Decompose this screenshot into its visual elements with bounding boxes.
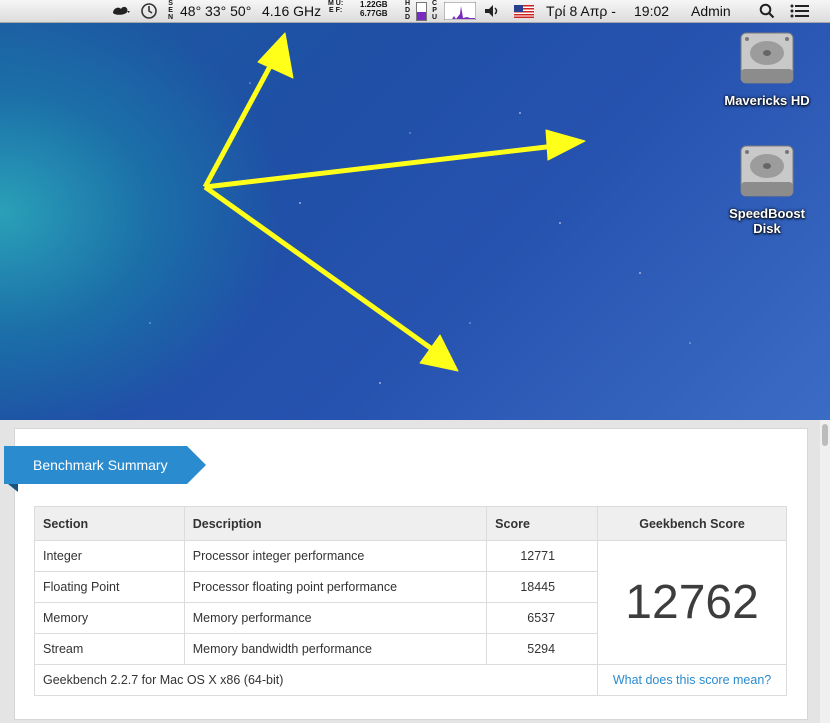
row-score: 6537 (486, 602, 599, 634)
drive-speedboost-disk[interactable]: SpeedBoost Disk (712, 144, 822, 236)
drive-label: SpeedBoost Disk (729, 206, 805, 236)
cpu-label: CPU (432, 0, 438, 21)
hard-drive-icon (739, 31, 795, 87)
table-header-row: Section Description Score Geekbench Scor… (34, 506, 787, 541)
row-section: Stream (34, 633, 185, 665)
user-menu[interactable]: Admin (691, 0, 731, 22)
table-footer-row: Geekbench 2.2.7 for Mac OS X x86 (64-bit… (33, 664, 787, 696)
hdd-activity-meter[interactable] (416, 0, 427, 22)
score-meaning-link[interactable]: What does this score mean? (597, 664, 787, 696)
menubar-date[interactable]: Τρί 8 Απρ - (546, 0, 616, 22)
geekbench-version: Geekbench 2.2.7 for Mac OS X x86 (64-bit… (33, 664, 599, 696)
memory-readout[interactable]: 1.22GB 6.77GB (360, 0, 388, 22)
row-section: Memory (34, 602, 185, 634)
temperature-readout[interactable]: 48° 33° 50° (180, 0, 251, 22)
sensor-labels: SEN (168, 0, 174, 21)
row-description: Memory bandwidth performance (183, 633, 488, 665)
header-geekbench-score: Geekbench Score (597, 506, 787, 541)
cpu-graph[interactable] (444, 0, 476, 22)
scrollbar-thumb[interactable] (822, 424, 828, 446)
spotlight-icon[interactable] (759, 0, 775, 22)
desktop: Mavericks HD SpeedBoost Disk (0, 23, 830, 420)
row-description: Processor integer performance (183, 540, 488, 572)
header-score: Score (486, 506, 599, 541)
section-title: Benchmark Summary (4, 446, 187, 484)
drive-label: Mavericks HD (724, 93, 810, 108)
drive-mavericks-hd[interactable]: Mavericks HD (712, 31, 822, 108)
notification-center-icon[interactable] (790, 0, 810, 22)
row-score: 5294 (486, 633, 599, 665)
hard-drive-icon (739, 144, 795, 200)
menu-bar: SEN 48° 33° 50° 4.16 GHz M U: E F: 1.22GB… (0, 0, 830, 23)
geekbench-total-score: 12762 (597, 540, 787, 665)
hdd-label: HDD (405, 0, 411, 21)
row-score: 18445 (486, 571, 599, 603)
memory-labels: M U: E F: (328, 0, 344, 14)
benchmark-table: Section Description Score Geekbench Scor… (33, 506, 787, 696)
menubar-time[interactable]: 19:02 (634, 0, 669, 22)
benchmark-summary-ribbon: Benchmark Summary (4, 446, 206, 492)
row-score: 12771 (486, 540, 599, 572)
time-machine-icon[interactable] (140, 0, 158, 22)
cpu-frequency[interactable]: 4.16 GHz (262, 0, 321, 22)
row-description: Processor floating point performance (183, 571, 488, 603)
header-section: Section (34, 506, 185, 541)
volume-icon[interactable] (483, 0, 501, 22)
header-description: Description (183, 506, 488, 541)
annotation-arrows (149, 32, 691, 384)
row-section: Integer (34, 540, 185, 572)
scrollbar[interactable] (820, 420, 830, 723)
cloud-app-icon[interactable] (110, 0, 132, 22)
row-description: Memory performance (183, 602, 488, 634)
row-section: Floating Point (34, 571, 185, 603)
table-row: Integer Processor integer performance 12… (34, 540, 787, 665)
us-flag-icon[interactable] (514, 0, 534, 22)
